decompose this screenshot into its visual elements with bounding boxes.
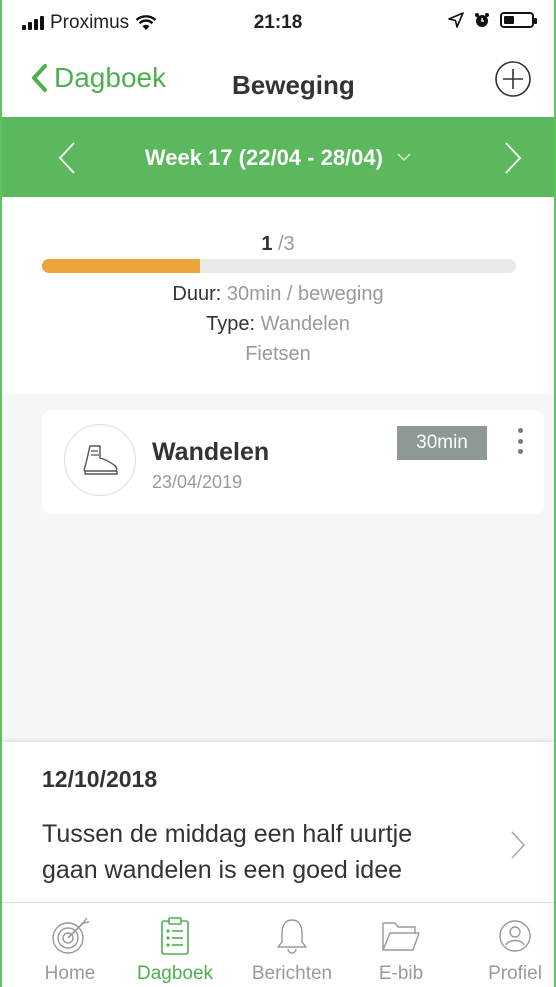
user-icon <box>499 920 531 952</box>
tab-home[interactable]: Home <box>20 915 120 985</box>
dot <box>517 438 523 444</box>
dot <box>517 449 523 454</box>
status-bar: Proximus 21:18 <box>2 0 554 48</box>
type-value-2: Fietsen <box>245 343 311 365</box>
duration-value: 30min / beweging <box>226 283 384 305</box>
type-line: Type: Wandelen <box>2 313 554 336</box>
back-button[interactable]: Dagboek <box>30 62 166 94</box>
location-arrow-icon <box>448 12 464 28</box>
activity-list: Wandelen 23/04/2019 30min <box>2 394 554 742</box>
duration-label: Duur: <box>172 283 222 305</box>
app-screen: Proximus 21:18 Dagboek Beweging Week 17 … <box>0 0 556 987</box>
add-entry-button[interactable] <box>494 60 532 98</box>
tab-label: Profiel <box>488 963 542 984</box>
activity-card[interactable]: Wandelen 23/04/2019 30min <box>42 410 544 514</box>
duration-line: Duur: 30min / beweging <box>2 283 554 306</box>
chevron-left-icon <box>32 64 47 92</box>
tab-bar: Home Dagboek Berichten E-bib Profiel <box>2 902 554 987</box>
tip-date: 12/10/2018 <box>42 766 158 792</box>
back-label: Dagboek <box>54 62 167 93</box>
chevron-right-icon <box>511 831 526 859</box>
tab-label: Home <box>44 963 96 984</box>
tab-label: Berichten <box>251 963 333 984</box>
clipboard-icon <box>161 917 189 955</box>
goal-progress-bar <box>42 259 516 273</box>
bell-icon <box>277 919 307 954</box>
tab-dagboek[interactable]: Dagboek <box>125 915 225 985</box>
alarm-icon <box>475 13 489 27</box>
tab-berichten[interactable]: Berichten <box>242 915 342 985</box>
next-week-button[interactable] <box>500 141 526 175</box>
week-label-dropdown[interactable]: Week 17 (22/04 - 28/04) <box>2 145 554 171</box>
battery-icon <box>500 12 537 28</box>
week-selector: Week 17 (22/04 - 28/04) <box>2 117 554 197</box>
dot <box>517 428 523 433</box>
chevron-down-icon <box>397 153 411 161</box>
folder-icon <box>382 922 420 951</box>
hiking-boot-icon <box>83 445 118 475</box>
tab-label: Dagboek <box>136 963 214 984</box>
goal-count: 1 /3 <box>2 233 554 256</box>
duration-badge: 30min <box>397 426 487 460</box>
activity-date: 23/04/2019 <box>152 472 243 492</box>
tab-e-bib[interactable]: E-bib <box>351 915 451 985</box>
type-label: Type: <box>206 313 256 335</box>
goal-progress-fill <box>42 259 200 273</box>
more-options-button[interactable] <box>514 428 526 454</box>
page-title: Beweging <box>232 70 355 100</box>
week-label: Week 17 (22/04 - 28/04) <box>144 145 383 170</box>
nav-bar: Dagboek Beweging <box>2 48 554 116</box>
activity-icon-circle <box>64 424 136 496</box>
status-right <box>448 12 537 28</box>
tab-profiel[interactable]: Profiel <box>465 915 554 985</box>
activity-title: Wandelen <box>152 438 270 466</box>
goal-done-count: 1 <box>261 233 273 255</box>
goal-summary: 1 /3 Duur: 30min / beweging Type: Wandel… <box>2 197 554 394</box>
type-value-1: Wandelen <box>260 313 350 335</box>
target-icon <box>52 917 90 954</box>
goal-total-count: /3 <box>278 233 295 255</box>
tip-text: Tussen de middag een half uurtje gaan wa… <box>42 820 413 884</box>
tip-panel[interactable]: 12/10/2018 Tussen de middag een half uur… <box>2 742 554 902</box>
tab-label: E-bib <box>378 963 424 984</box>
